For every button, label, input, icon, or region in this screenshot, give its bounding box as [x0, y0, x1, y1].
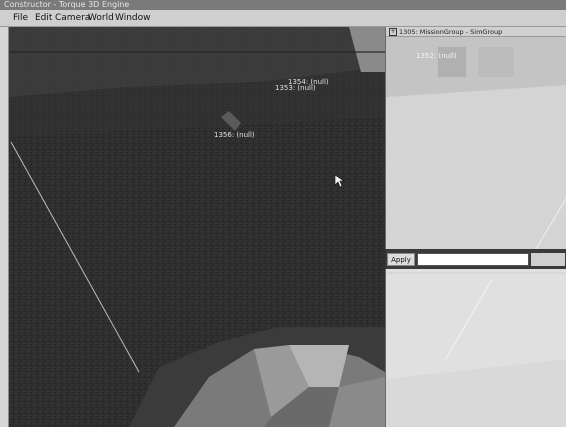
- preview-object-label: 1352: (null): [416, 52, 457, 60]
- expand-icon[interactable]: +: [389, 28, 397, 36]
- properties-preview: [386, 269, 566, 427]
- terrain-scene: [9, 27, 385, 427]
- menu-world[interactable]: World: [88, 12, 114, 24]
- menu-edit[interactable]: Edit: [35, 12, 52, 24]
- object-label: 1356: (null): [214, 131, 255, 139]
- apply-button[interactable]: Apply: [387, 253, 415, 266]
- properties-panel[interactable]: [385, 269, 566, 427]
- apply-input[interactable]: [417, 253, 529, 266]
- inspector-preview: [386, 37, 566, 249]
- mission-inspector-panel[interactable]: +1305: MissionGroup - SimGroup 1352: (nu…: [385, 27, 566, 249]
- window-title: Constructor - Torque 3D Engine: [0, 0, 566, 10]
- menu-window[interactable]: Window: [115, 12, 151, 24]
- inspector-title: 1305: MissionGroup - SimGroup: [399, 28, 503, 36]
- object-label: 1353: (null): [275, 84, 316, 92]
- world-viewport[interactable]: 1354: (null) 1353: (null) 1356: (null): [9, 27, 385, 427]
- apply-bar-spacer: [531, 253, 565, 266]
- menu-bar: File Edit Camera World Window: [0, 10, 566, 27]
- apply-bar: Apply: [385, 249, 566, 269]
- inspector-header: +1305: MissionGroup - SimGroup: [386, 27, 566, 37]
- menu-camera[interactable]: Camera: [55, 12, 90, 24]
- left-border: [0, 27, 9, 427]
- menu-file[interactable]: File: [13, 12, 28, 24]
